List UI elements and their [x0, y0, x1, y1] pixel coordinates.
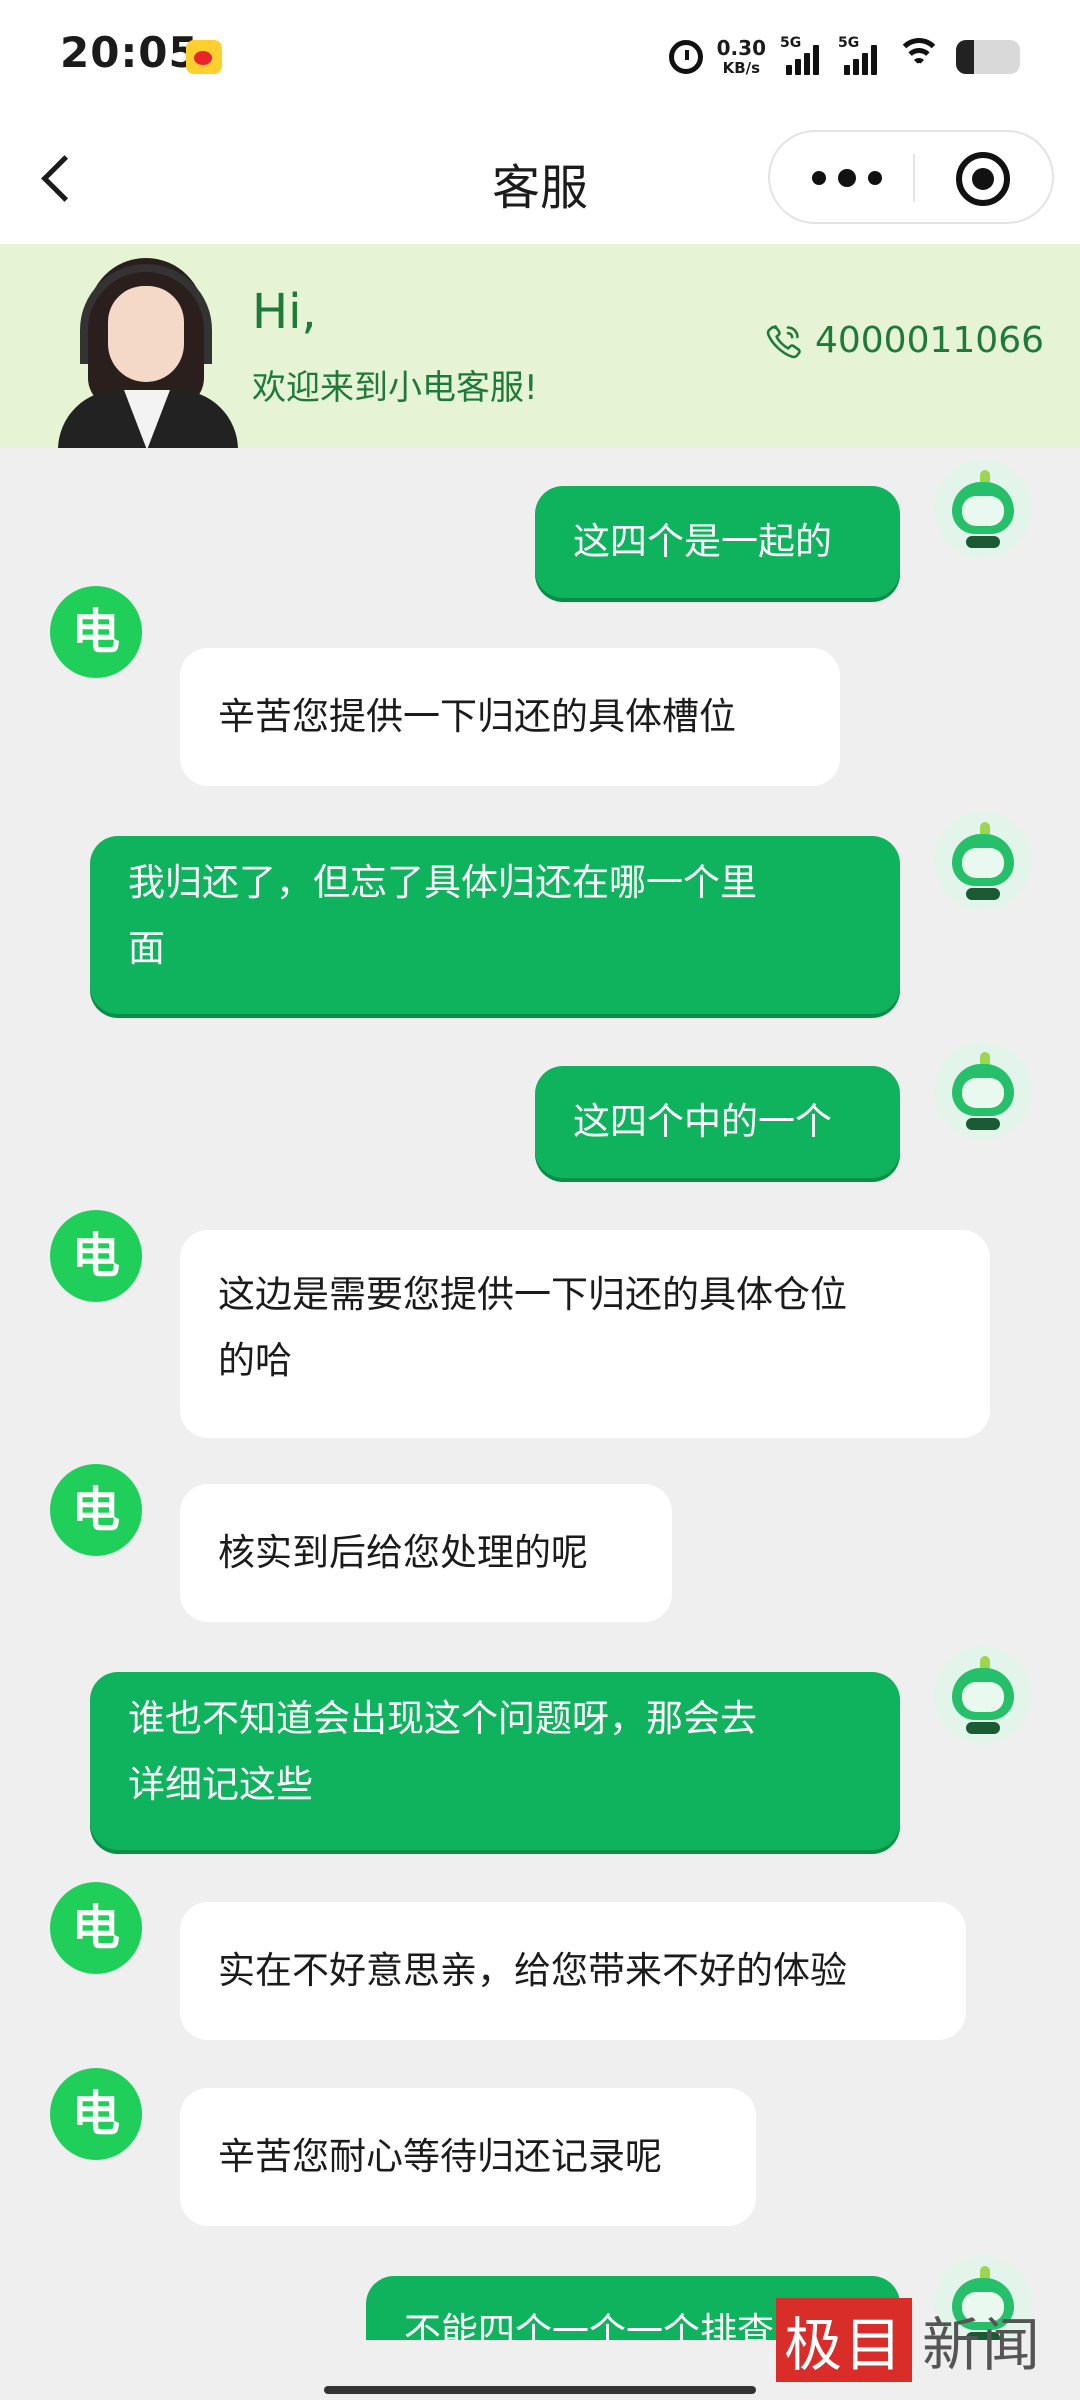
user-avatar[interactable] — [934, 1646, 1032, 1744]
message-text: 这边是需要您提供一下归还的具体仓位 的哈 — [218, 1262, 847, 1394]
message-line: 的哈 — [218, 1339, 292, 1382]
welcome-banner: Hi, 欢迎来到小电客服! 4000011066 — [0, 244, 1080, 448]
message-text: 这四个中的一个 — [573, 1100, 832, 1143]
status-time: 20:05 — [60, 28, 199, 77]
message-text: 这四个是一起的 — [573, 520, 832, 563]
agent-avatar-glyph: 电 — [71, 604, 120, 660]
user-avatar[interactable] — [934, 812, 1032, 910]
message-line: 我归还了，但忘了具体归还在哪一个里 — [128, 861, 757, 904]
message-text: 实在不好意思亲，给您带来不好的体验 — [218, 1949, 847, 1992]
hotline-button[interactable]: 4000011066 — [765, 320, 1044, 361]
agent-message[interactable]: 核实到后给您处理的呢 — [180, 1484, 672, 1622]
phone-icon — [766, 324, 801, 358]
agent-avatar-glyph: 电 — [71, 1228, 120, 1284]
network-speed-value: 0.30 — [716, 36, 766, 60]
more-dots-icon[interactable] — [810, 158, 886, 198]
message-text: 核实到后给您处理的呢 — [218, 1531, 588, 1574]
user-message[interactable]: 这四个是一起的 — [535, 486, 900, 598]
agent-avatar-glyph: 电 — [71, 2086, 120, 2142]
network-speed: 0.30 KB/s — [717, 38, 766, 76]
status-indicators: 0.30 KB/s 5G 5G — [668, 32, 1020, 82]
title-bar: 客服 — [0, 112, 1080, 244]
agent-avatar: 电 — [50, 1882, 142, 1974]
network-speed-unit: KB/s — [722, 59, 761, 77]
weibo-icon — [186, 40, 222, 74]
watermark-text: 新闻 — [922, 2311, 1043, 2379]
signal-2-label: 5G — [838, 35, 860, 51]
capsule-divider — [913, 154, 915, 202]
agent-avatar: 电 — [50, 1464, 142, 1556]
message-text: 辛苦您提供一下归还的具体槽位 — [218, 695, 736, 738]
agent-avatar-glyph: 电 — [71, 1900, 120, 1956]
welcome-text: 欢迎来到小电客服! — [252, 368, 538, 408]
greeting-title: Hi, — [252, 284, 317, 340]
signal-1-icon: 5G — [780, 35, 824, 77]
message-line: 谁也不知道会出现这个问题呀，那会去 — [128, 1697, 757, 1740]
target-circle-icon[interactable] — [956, 152, 1010, 206]
user-message[interactable]: 谁也不知道会出现这个问题呀，那会去 详细记这些 — [90, 1672, 900, 1850]
alarm-icon — [668, 40, 703, 74]
message-text: 谁也不知道会出现这个问题呀，那会去 详细记这些 — [128, 1686, 757, 1818]
user-message[interactable]: 我归还了，但忘了具体归还在哪一个里 面 — [90, 836, 900, 1014]
agent-message[interactable]: 实在不好意思亲，给您带来不好的体验 — [180, 1902, 966, 2040]
message-text: 辛苦您耐心等待归还记录呢 — [218, 2135, 662, 2178]
message-line: 详细记这些 — [128, 1763, 313, 1806]
service-agent-photo — [48, 250, 248, 448]
message-line: 这边是需要您提供一下归还的具体仓位 — [218, 1273, 847, 1316]
message-text: 不能四个一个一个排查吗 — [404, 2310, 811, 2340]
signal-1-label: 5G — [780, 35, 802, 51]
signal-2-icon: 5G — [838, 35, 882, 77]
message-text: 我归还了，但忘了具体归还在哪一个里 面 — [128, 850, 757, 982]
agent-avatar: 电 — [50, 586, 142, 678]
miniapp-capsule — [768, 130, 1054, 224]
agent-message[interactable]: 这边是需要您提供一下归还的具体仓位 的哈 — [180, 1230, 990, 1438]
agent-avatar: 电 — [50, 2068, 142, 2160]
wifi-icon — [896, 38, 942, 76]
message-line: 面 — [128, 927, 165, 970]
hotline-number: 4000011066 — [814, 320, 1044, 361]
agent-avatar-glyph: 电 — [71, 1482, 120, 1538]
watermark-boxed-text: 极目 — [776, 2298, 912, 2382]
agent-message[interactable]: 辛苦您提供一下归还的具体槽位 — [180, 648, 840, 786]
user-avatar[interactable] — [934, 1042, 1032, 1140]
home-indicator[interactable] — [324, 2386, 756, 2394]
agent-avatar: 电 — [50, 1210, 142, 1302]
agent-message[interactable]: 辛苦您耐心等待归还记录呢 — [180, 2088, 756, 2226]
user-message[interactable]: 这四个中的一个 — [535, 1066, 900, 1178]
chat-list[interactable]: 这四个是一起的 电 辛苦您提供一下归还的具体槽位 我归还了，但忘了具体归还在哪一… — [0, 448, 1080, 2340]
news-watermark-logo: 极目 新闻 — [776, 2296, 1072, 2384]
status-bar: 20:05 0.30 KB/s 5G 5G — [0, 0, 1080, 112]
battery-icon — [956, 40, 1020, 74]
user-avatar[interactable] — [934, 460, 1032, 558]
